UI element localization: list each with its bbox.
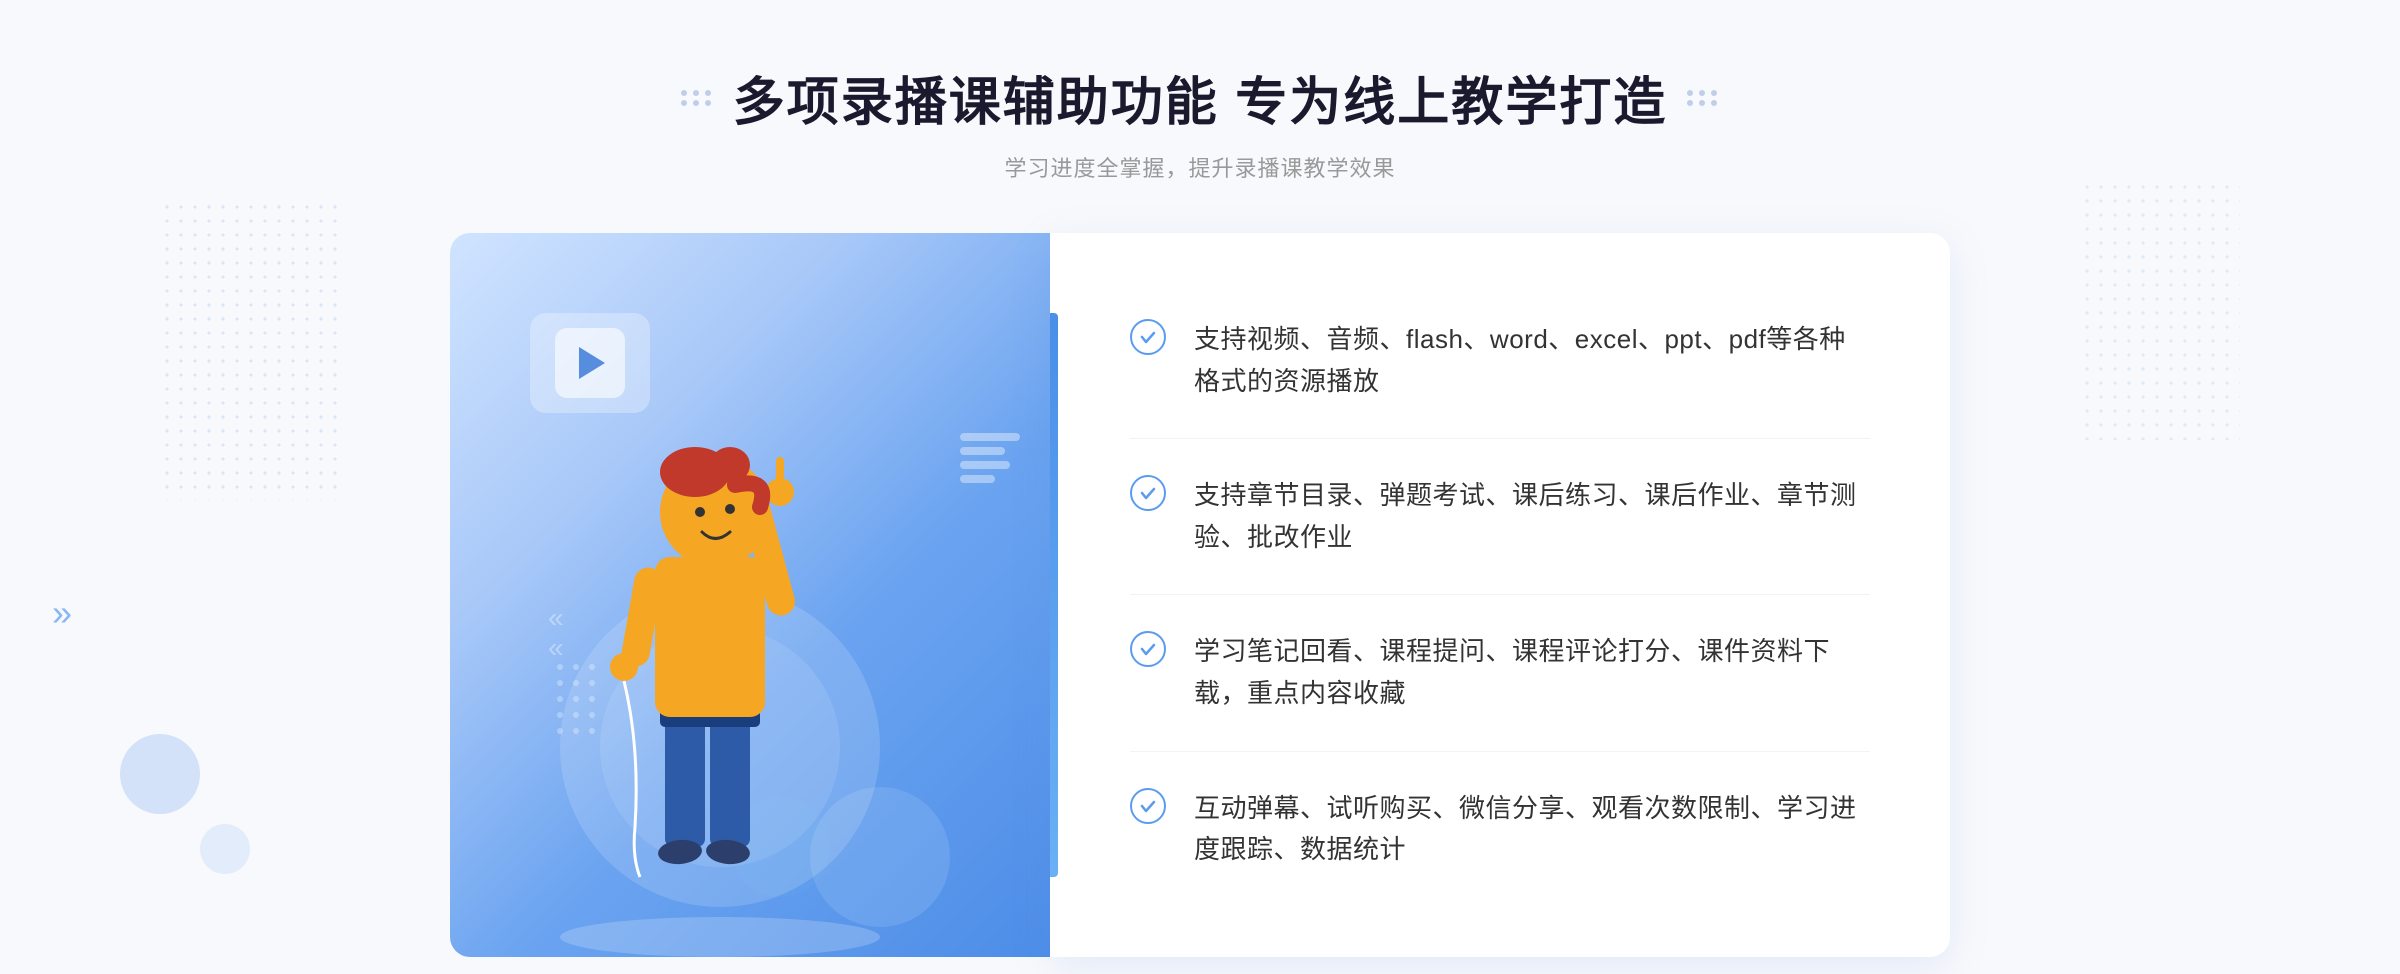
arrows-left-icon: »: [52, 592, 68, 634]
dot-group-right: [1687, 90, 1719, 106]
feature-item-3: 学习笔记回看、课程提问、课程评论打分、课件资料下载，重点内容收藏: [1130, 595, 1870, 751]
blue-bar: [1050, 313, 1058, 877]
content-panel: 支持视频、音频、flash、word、excel、ppt、pdf等各种格式的资源…: [1050, 233, 1950, 957]
deco-circle-left2: [200, 824, 250, 874]
feature-item-4: 互动弹幕、试听购买、微信分享、观看次数限制、学习进度跟踪、数据统计: [1130, 752, 1870, 907]
svg-text:«: «: [548, 602, 564, 633]
check-icon-3: [1138, 639, 1158, 659]
feature-text-4: 互动弹幕、试听购买、微信分享、观看次数限制、学习进度跟踪、数据统计: [1194, 788, 1870, 871]
person-illustration: « «: [480, 317, 1020, 957]
main-content: « « 支持视频、音频、flash、word、excel、ppt、pdf等各种格…: [450, 233, 1950, 957]
check-icon-4: [1138, 796, 1158, 816]
feature-text-2: 支持章节目录、弹题考试、课后练习、课后作业、章节测验、批改作业: [1194, 475, 1870, 558]
check-circle-2: [1130, 475, 1166, 511]
check-circle-3: [1130, 631, 1166, 667]
check-circle-1: [1130, 319, 1166, 355]
main-title: 多项录播课辅助功能 专为线上教学打造: [733, 60, 1667, 135]
check-icon-2: [1138, 483, 1158, 503]
page-container: » 多项录播课辅助功能 专为线上教学打造 学习进度全掌握，提升录播课教学效果: [0, 0, 2400, 974]
check-circle-4: [1130, 788, 1166, 824]
deco-circle-left: [120, 734, 200, 814]
feature-text-3: 学习笔记回看、课程提问、课程评论打分、课件资料下载，重点内容收藏: [1194, 631, 1870, 714]
content-panel-wrapper: 支持视频、音频、flash、word、excel、ppt、pdf等各种格式的资源…: [1050, 233, 1950, 957]
check-icon-1: [1138, 327, 1158, 347]
feature-item-1: 支持视频、音频、flash、word、excel、ppt、pdf等各种格式的资源…: [1130, 283, 1870, 439]
dot-group-left: [681, 90, 713, 106]
feature-item-2: 支持章节目录、弹题考试、课后练习、课后作业、章节测验、批改作业: [1130, 439, 1870, 595]
illustration-area: « «: [450, 233, 1050, 957]
bg-dots-right: [2080, 180, 2240, 440]
header-section: 多项录播课辅助功能 专为线上教学打造 学习进度全掌握，提升录播课教学效果: [681, 0, 1719, 183]
svg-text:«: «: [548, 632, 564, 663]
feature-text-1: 支持视频、音频、flash、word、excel、ppt、pdf等各种格式的资源…: [1194, 319, 1870, 402]
bg-dots-left: [160, 200, 340, 500]
header-decorators: 多项录播课辅助功能 专为线上教学打造: [681, 60, 1719, 135]
subtitle: 学习进度全掌握，提升录播课教学效果: [681, 151, 1719, 183]
